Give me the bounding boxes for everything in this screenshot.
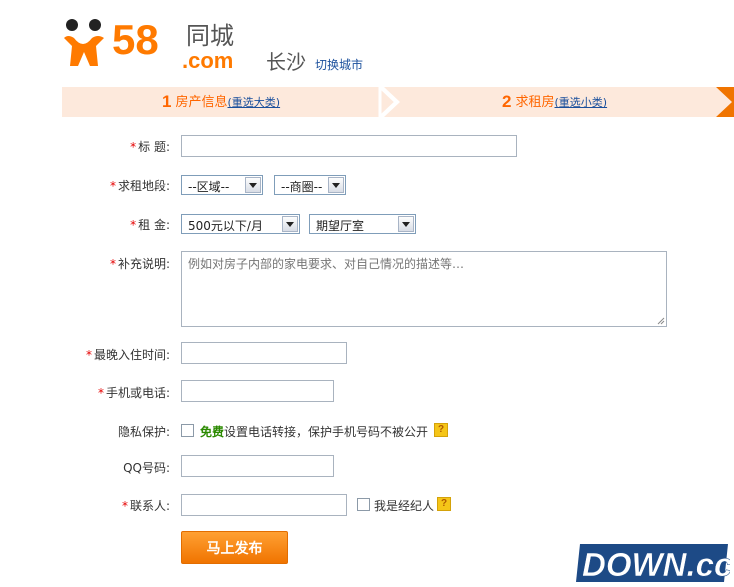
description-textarea[interactable] bbox=[181, 251, 667, 327]
qq-label: QQ号码: bbox=[123, 461, 170, 475]
required-mark: * bbox=[130, 140, 137, 154]
privacy-text: 设置电话转接，保护手机号码不被公开 bbox=[224, 425, 429, 439]
title-label-text: 标 题: bbox=[138, 140, 170, 154]
privacy-label: 隐私保护: bbox=[117, 425, 170, 439]
required-mark: * bbox=[121, 499, 128, 513]
contact-label-text: 联系人: bbox=[129, 499, 170, 513]
switch-city-link[interactable]: 切换城市 bbox=[315, 56, 363, 73]
description-label: * 补充说明: bbox=[0, 255, 170, 272]
rent-label-text: 租 金: bbox=[138, 218, 170, 232]
district-select-value: --区域-- bbox=[188, 180, 230, 194]
publish-button[interactable]: 马上发布 bbox=[181, 531, 288, 564]
logo-mascot-body bbox=[64, 36, 104, 66]
logo-com: .com bbox=[182, 48, 233, 73]
zone-select[interactable]: --商圈-- bbox=[274, 175, 346, 195]
required-mark: * bbox=[109, 179, 116, 193]
title-label: * 标 题: bbox=[0, 138, 170, 155]
chevron-down-icon[interactable] bbox=[328, 177, 344, 193]
area-label-text: 求租地段: bbox=[117, 179, 170, 193]
privacy-description: 免费设置电话转接，保护手机号码不被公开 bbox=[200, 423, 428, 440]
rent-range-value: 500元以下/月 bbox=[188, 219, 263, 233]
required-mark: * bbox=[130, 218, 137, 232]
district-select[interactable]: --区域-- bbox=[181, 175, 263, 195]
area-label: * 求租地段: bbox=[0, 177, 170, 194]
watermark-text: DOWN.cc bbox=[582, 546, 730, 583]
step-2-label: 求租房 bbox=[515, 95, 555, 110]
title-input[interactable] bbox=[181, 135, 517, 157]
step-2: 2 求租房(重选小类) bbox=[502, 87, 607, 117]
phone-label: * 手机或电话: bbox=[0, 384, 170, 401]
qq-input[interactable] bbox=[181, 455, 334, 477]
chevron-down-icon[interactable] bbox=[398, 216, 414, 232]
58-logo[interactable]: 58 .com 同城 bbox=[62, 16, 252, 74]
current-city: 长沙 bbox=[266, 50, 306, 74]
movein-date-input[interactable] bbox=[181, 342, 347, 364]
logo-mascot-eye-left bbox=[66, 19, 78, 31]
movein-label-text: 最晚入住时间: bbox=[93, 348, 170, 362]
down-cc-watermark: DOWN.cc bbox=[576, 544, 730, 583]
privacy-free-text: 免费 bbox=[200, 425, 225, 439]
step-1-number: 1 bbox=[162, 92, 172, 111]
phone-input[interactable] bbox=[181, 380, 334, 402]
contact-label: * 联系人: bbox=[0, 497, 170, 514]
step-1-reselect-link[interactable]: (重选大类) bbox=[227, 96, 280, 109]
step-2-reselect-link[interactable]: (重选小类) bbox=[554, 96, 607, 109]
rent-range-select[interactable]: 500元以下/月 bbox=[181, 214, 300, 234]
rooms-select-value: 期望厅室 bbox=[316, 219, 365, 233]
rooms-select[interactable]: 期望厅室 bbox=[309, 214, 416, 234]
step-1: 1 房产信息(重选大类) bbox=[162, 87, 280, 117]
movein-label: * 最晚入住时间: bbox=[0, 346, 170, 363]
logo-mascot-eye-right bbox=[89, 19, 101, 31]
rent-label: * 租 金: bbox=[0, 216, 170, 233]
contact-name-input[interactable] bbox=[181, 494, 347, 516]
step-2-number: 2 bbox=[502, 92, 512, 111]
required-mark: * bbox=[97, 386, 104, 400]
phone-label-text: 手机或电话: bbox=[105, 386, 170, 400]
logo-cn: 同城 bbox=[186, 22, 234, 50]
required-mark: * bbox=[109, 257, 116, 271]
agent-checkbox[interactable] bbox=[357, 498, 370, 511]
resize-grip-icon[interactable] bbox=[657, 317, 665, 325]
agent-label: 我是经纪人 bbox=[374, 499, 435, 513]
zone-select-value: --商圈-- bbox=[281, 180, 323, 194]
post-steps-bar: 1 房产信息(重选大类) 2 求租房(重选小类) bbox=[62, 87, 734, 117]
description-label-text: 补充说明: bbox=[117, 257, 170, 271]
logo-number: 58 bbox=[112, 16, 159, 63]
chevron-down-icon[interactable] bbox=[282, 216, 298, 232]
step-1-label: 房产信息 bbox=[175, 95, 228, 110]
chevron-down-icon[interactable] bbox=[245, 177, 261, 193]
required-mark: * bbox=[85, 348, 92, 362]
help-icon[interactable]: ? bbox=[437, 497, 451, 511]
privacy-checkbox[interactable] bbox=[181, 424, 194, 437]
help-icon[interactable]: ? bbox=[434, 423, 448, 437]
